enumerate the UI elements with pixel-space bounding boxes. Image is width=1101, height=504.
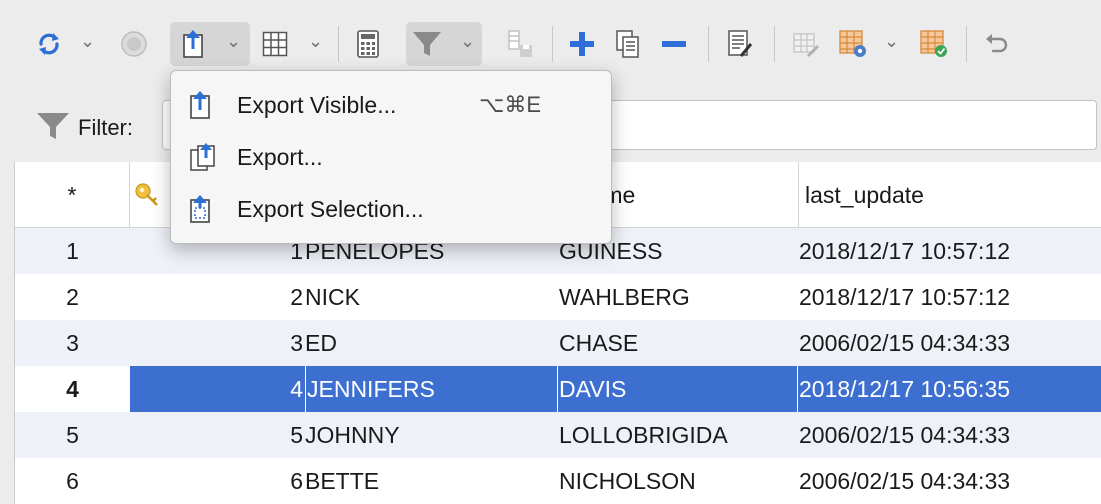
- chevron-down-icon[interactable]: ⌄: [80, 31, 95, 52]
- chevron-down-icon[interactable]: ⌄: [460, 31, 475, 52]
- export-button[interactable]: ⌄: [170, 22, 250, 66]
- export-icon: [190, 143, 215, 171]
- chevron-down-icon[interactable]: ⌄: [308, 31, 323, 52]
- first-name-cell[interactable]: BETTE: [305, 458, 555, 504]
- toolbar-separator: [708, 26, 709, 62]
- row-number: 4: [15, 366, 130, 412]
- last-update-cell[interactable]: 2006/02/15 04:34:33: [799, 458, 1099, 504]
- add-row-icon: [570, 32, 594, 56]
- filter-icon: [37, 113, 69, 139]
- delete-row-button[interactable]: [654, 22, 694, 66]
- export-icon: [183, 30, 203, 58]
- duplicate-row-icon: [616, 30, 639, 58]
- cell-divider: [305, 366, 306, 412]
- menu-item-shortcut: ⌥⌘E: [479, 92, 542, 117]
- first-name-cell[interactable]: JOHNNY: [305, 412, 555, 458]
- row-number: 3: [15, 320, 130, 366]
- filter-button[interactable]: ⌄: [406, 22, 482, 66]
- row-number: 1: [15, 228, 130, 274]
- edit-button[interactable]: [720, 22, 760, 66]
- grid-settings-icon: [839, 30, 866, 57]
- toolbar-separator: [552, 26, 553, 62]
- export-selection-icon: [190, 195, 210, 223]
- delete-row-icon: [662, 41, 686, 47]
- first-name-cell[interactable]: NICK: [305, 274, 555, 320]
- save-icon: [508, 30, 532, 57]
- row-number: 5: [15, 412, 130, 458]
- last-name-cell[interactable]: CHASE: [559, 320, 799, 366]
- last-update-cell[interactable]: 2018/12/17 10:56:35: [799, 366, 1099, 412]
- grid-check-button[interactable]: [914, 22, 954, 66]
- menu-item-label: Export Selection...: [237, 195, 424, 222]
- toolbar-separator: [966, 26, 967, 62]
- last-name-cell[interactable]: NICHOLSON: [559, 458, 799, 504]
- add-row-button[interactable]: [562, 22, 602, 66]
- table-row-selected[interactable]: 4 4 JENNIFERS DAVIS 2018/12/17 10:56:35: [15, 366, 1101, 412]
- export-menu: Export Visible... ⌥⌘E Export... Export S…: [170, 70, 612, 244]
- menu-item-export-visible[interactable]: Export Visible... ⌥⌘E: [171, 79, 611, 131]
- last-update-cell[interactable]: 2018/12/17 10:57:12: [799, 228, 1099, 274]
- row-number: 6: [15, 458, 130, 504]
- first-name-cell[interactable]: ED: [305, 320, 555, 366]
- menu-item-label: Export Visible...: [237, 91, 397, 118]
- last-name-cell[interactable]: LOLLOBRIGIDA: [559, 412, 799, 458]
- stop-icon: [121, 31, 147, 57]
- chevron-down-icon[interactable]: ⌄: [226, 31, 241, 52]
- last-update-header[interactable]: last_update: [799, 162, 1101, 228]
- toolbar-separator: [338, 26, 339, 62]
- grid-settings-button[interactable]: ⌄: [834, 22, 906, 66]
- menu-item-export[interactable]: Export...: [171, 131, 611, 183]
- last-update-cell[interactable]: 2006/02/15 04:34:33: [799, 320, 1099, 366]
- edit-icon: [728, 30, 753, 57]
- duplicate-row-button[interactable]: [608, 22, 648, 66]
- refresh-button[interactable]: ⌄: [30, 22, 95, 66]
- last-update-cell[interactable]: 2006/02/15 04:34:33: [799, 412, 1099, 458]
- filter-icon: [413, 32, 441, 56]
- export-icon: [190, 91, 210, 119]
- cell-divider: [797, 366, 798, 412]
- undo-button[interactable]: [976, 22, 1016, 66]
- undo-icon: [986, 34, 1008, 53]
- calculator-icon: [357, 30, 379, 58]
- edit-grid-icon: [793, 33, 820, 58]
- table-row[interactable]: 3 3 ED CHASE 2006/02/15 04:34:33: [15, 320, 1101, 366]
- filter-label: Filter:: [78, 115, 133, 140]
- grid-icon: [262, 31, 288, 57]
- id-cell[interactable]: 2: [130, 274, 303, 320]
- last-name-cell[interactable]: DAVIS: [559, 366, 799, 412]
- table-row[interactable]: 5 5 JOHNNY LOLLOBRIGIDA 2006/02/15 04:34…: [15, 412, 1101, 458]
- grid-check-icon: [920, 30, 947, 57]
- cell-divider: [557, 366, 558, 412]
- refresh-icon: [39, 33, 59, 55]
- menu-item-export-selection[interactable]: Export Selection...: [171, 183, 611, 235]
- menu-item-label: Export...: [237, 143, 323, 170]
- chevron-down-icon[interactable]: ⌄: [884, 31, 899, 52]
- app-window: ⌄ ⌄ ⌄ ⌄ ⌄ Filter: * last_update 1 1 PENE…: [0, 0, 1101, 504]
- row-number-header[interactable]: *: [15, 162, 130, 228]
- table-row[interactable]: 6 6 BETTE NICHOLSON 2006/02/15 04:34:33: [15, 458, 1101, 504]
- edit-grid-button[interactable]: [786, 22, 826, 66]
- stop-button[interactable]: [114, 22, 154, 66]
- row-number: 2: [15, 274, 130, 320]
- first-name-cell[interactable]: JENNIFERS: [307, 366, 557, 412]
- toolbar-separator: [774, 26, 775, 62]
- id-cell[interactable]: 5: [130, 412, 303, 458]
- id-cell[interactable]: 3: [130, 320, 303, 366]
- save-button[interactable]: [500, 22, 540, 66]
- table-row[interactable]: 2 2 NICK WAHLBERG 2018/12/17 10:57:12: [15, 274, 1101, 320]
- last-update-cell[interactable]: 2018/12/17 10:57:12: [799, 274, 1099, 320]
- grid-view-button[interactable]: ⌄: [258, 22, 328, 66]
- last-name-cell[interactable]: WAHLBERG: [559, 274, 799, 320]
- calculator-button[interactable]: [348, 22, 388, 66]
- id-cell[interactable]: 6: [130, 458, 303, 504]
- id-cell[interactable]: 4: [130, 366, 303, 412]
